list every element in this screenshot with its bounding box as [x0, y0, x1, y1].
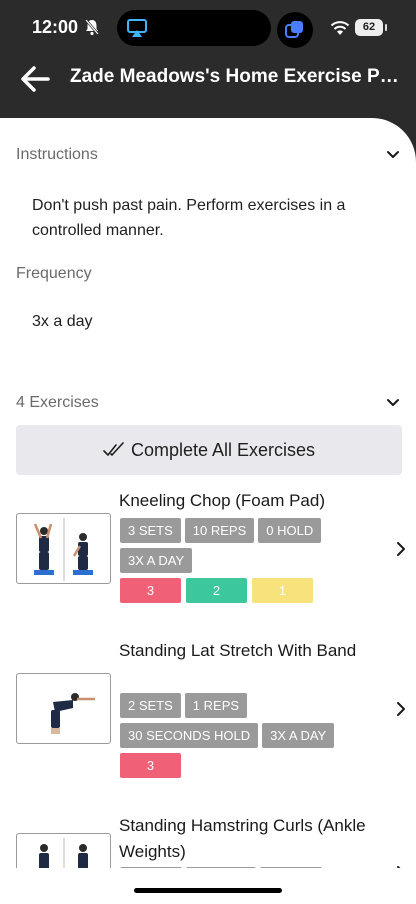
content-sheet: Instructions Don't push past pain. Perfo…: [0, 118, 416, 904]
exercise-item[interactable]: Kneeling Chop (Foam Pad) 3 SETS 10 REPS …: [16, 488, 412, 608]
dynamic-island-secondary[interactable]: [277, 12, 313, 48]
tag-sets: 2 SETS: [120, 693, 181, 718]
back-arrow-icon[interactable]: [18, 62, 52, 96]
exercises-header[interactable]: 4 Exercises: [16, 394, 400, 412]
score-badge: 1: [252, 578, 313, 603]
exercise-figure-icon: [33, 518, 93, 581]
windows-icon: [285, 21, 303, 38]
complete-all-button[interactable]: Complete All Exercises: [16, 425, 402, 475]
silent-bell-icon: [85, 19, 99, 36]
wifi-icon: [330, 21, 350, 35]
exercise-thumbnail: [16, 513, 111, 584]
chevron-right-icon[interactable]: [394, 541, 408, 557]
exercise-figure-icon: [51, 693, 95, 734]
chevron-down-icon[interactable]: [386, 396, 400, 410]
tag-reps: 10 REPS: [184, 518, 255, 543]
instructions-header[interactable]: Instructions: [16, 146, 400, 164]
score-badge: 3: [120, 753, 181, 778]
exercise-tags: 2 SETS 1 REPS 30 SECONDS HOLD 3X A DAY: [120, 693, 380, 753]
tag-frequency: 3X A DAY: [262, 723, 335, 748]
instructions-label: Instructions: [16, 146, 98, 163]
exercise-name: Kneeling Chop (Foam Pad): [119, 491, 326, 510]
frequency-value: 3x a day: [32, 313, 93, 330]
dynamic-island[interactable]: [117, 10, 271, 46]
exercise-scores: 3: [120, 753, 186, 778]
score-badge: 3: [120, 578, 181, 603]
tag-frequency: 3X A DAY: [120, 548, 193, 573]
page-title: Zade Meadows's Home Exercise Program: [70, 66, 406, 87]
frequency-header: Frequency: [16, 265, 400, 283]
home-indicator[interactable]: [134, 888, 282, 893]
app-header: Zade Meadows's Home Exercise Program: [0, 56, 416, 120]
battery-indicator: 62: [355, 19, 387, 36]
status-bar: 12:00 62: [0, 0, 416, 56]
exercise-tags: 3 SETS 10 REPS 0 HOLD 3X A DAY: [120, 518, 380, 578]
tag-hold: 30 SECONDS HOLD: [120, 723, 259, 748]
score-badge: 2: [186, 578, 247, 603]
double-check-icon: [103, 442, 124, 456]
exercise-name: Standing Hamstring Curls (Ankle Weights): [119, 816, 366, 861]
instructions-text: Don't push past pain. Perform exercises …: [32, 197, 346, 239]
chevron-right-icon[interactable]: [394, 701, 408, 717]
tag-reps: 1 REPS: [184, 693, 248, 718]
chevron-down-icon[interactable]: [386, 148, 400, 162]
bottom-safe-area: [0, 868, 416, 904]
frequency-label: Frequency: [16, 265, 92, 282]
exercise-thumbnail: [16, 673, 111, 744]
complete-all-label: Complete All Exercises: [130, 439, 316, 460]
exercises-count-label: 4 Exercises: [16, 394, 99, 411]
tag-hold: 0 HOLD: [258, 518, 322, 543]
exercise-item[interactable]: Standing Lat Stretch With Band 2 SETS 1 …: [16, 638, 412, 788]
tag-sets: 3 SETS: [120, 518, 181, 543]
airplay-icon: [127, 19, 147, 37]
exercise-scores: 3 2 1: [120, 578, 318, 603]
status-time: 12:00: [32, 17, 79, 37]
exercise-name: Standing Lat Stretch With Band: [119, 641, 357, 660]
